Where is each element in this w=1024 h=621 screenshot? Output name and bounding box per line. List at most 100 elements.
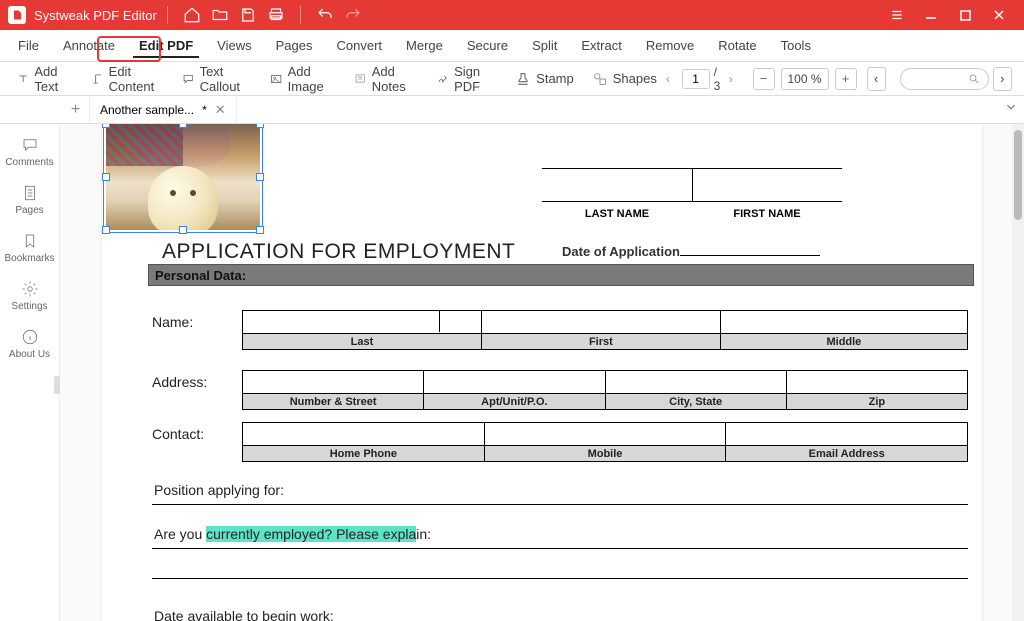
print-icon[interactable]	[267, 6, 285, 24]
toolbar: Add Text Edit Content Text Callout Add I…	[0, 62, 1024, 96]
col-home-phone: Home Phone	[243, 445, 485, 461]
col-mobile: Mobile	[485, 445, 727, 461]
sign-pdf-button[interactable]: Sign PDF	[428, 65, 506, 93]
zoom-value: 100 %	[781, 68, 829, 90]
history-forward-button[interactable]: ›	[993, 67, 1012, 91]
history-back-button[interactable]: ‹	[867, 67, 886, 91]
col-first: First	[482, 333, 721, 349]
redo-icon[interactable]	[344, 6, 362, 24]
menu-rotate[interactable]: Rotate	[706, 30, 768, 62]
menu-merge[interactable]: Merge	[394, 30, 455, 62]
undo-icon[interactable]	[316, 6, 334, 24]
resize-handle-nw[interactable]	[102, 124, 110, 128]
add-tab-button[interactable]: +	[62, 96, 90, 123]
page-total-label: / 3	[714, 65, 725, 93]
add-text-button[interactable]: Add Text	[8, 65, 82, 93]
name-label: Name:	[152, 314, 193, 330]
selected-image[interactable]	[106, 124, 260, 230]
name-table: Last First Middle	[242, 310, 968, 350]
last-name-header: LAST NAME	[542, 208, 692, 220]
minimize-button[interactable]	[914, 0, 948, 30]
hamburger-menu-icon[interactable]	[880, 0, 914, 30]
tab-overflow-icon[interactable]	[1004, 100, 1018, 119]
page-navigator: ‹ / 3 ›	[666, 65, 741, 93]
left-rail: Comments Pages Bookmarks Settings About …	[0, 124, 60, 621]
tab-dirty-indicator: *	[202, 103, 207, 117]
q-currently-employed: Are you currently employed? Please expla…	[154, 526, 431, 542]
zoom-in-button[interactable]: +	[835, 68, 857, 90]
menu-extract[interactable]: Extract	[569, 30, 633, 62]
col-city-state: City, State	[606, 393, 787, 409]
menu-secure[interactable]: Secure	[455, 30, 520, 62]
menu-convert[interactable]: Convert	[325, 30, 395, 62]
resize-handle-ne[interactable]	[256, 124, 264, 128]
col-apt: Apt/Unit/P.O.	[424, 393, 605, 409]
home-icon[interactable]	[183, 6, 201, 24]
date-of-application-label: Date of Application	[562, 244, 680, 259]
tab-strip: + Another sample... * ✕	[0, 96, 1024, 124]
resize-handle-sw[interactable]	[102, 226, 110, 234]
rail-bookmarks[interactable]: Bookmarks	[0, 224, 60, 272]
menu-pages[interactable]: Pages	[264, 30, 325, 62]
address-label: Address:	[152, 374, 207, 390]
vertical-scrollbar[interactable]	[1012, 124, 1024, 621]
search-input[interactable]	[900, 68, 989, 90]
app-title: Systweak PDF Editor	[34, 8, 157, 23]
resize-handle-w[interactable]	[102, 173, 110, 181]
address-table: Number & Street Apt/Unit/P.O. City, Stat…	[242, 370, 968, 410]
tab-label: Another sample...	[100, 103, 194, 117]
rail-pages[interactable]: Pages	[0, 176, 60, 224]
menu-file[interactable]: File	[6, 30, 51, 62]
page-next-icon[interactable]: ›	[729, 72, 741, 86]
col-middle: Middle	[721, 333, 967, 349]
titlebar: Systweak PDF Editor	[0, 0, 1024, 30]
scroll-thumb[interactable]	[1014, 130, 1022, 220]
menu-remove[interactable]: Remove	[634, 30, 706, 62]
zoom-control: − 100 % +	[753, 68, 857, 90]
date-line	[680, 255, 820, 256]
resize-handle-e[interactable]	[256, 173, 264, 181]
rail-about[interactable]: About Us	[0, 320, 60, 368]
page-prev-icon[interactable]: ‹	[666, 72, 678, 86]
shapes-button[interactable]: Shapes	[583, 65, 666, 93]
q-date-available: Date available to begin work:	[154, 608, 334, 621]
save-icon[interactable]	[239, 6, 257, 24]
highlighted-text: currently employed? Please expla	[206, 526, 416, 542]
menubar: File Annotate Edit PDF Views Pages Conve…	[0, 30, 1024, 62]
close-window-button[interactable]	[982, 0, 1016, 30]
col-email: Email Address	[726, 445, 967, 461]
app-logo-icon	[8, 6, 26, 24]
tab-close-icon[interactable]: ✕	[215, 102, 226, 118]
open-folder-icon[interactable]	[211, 6, 229, 24]
page-current-input[interactable]	[682, 69, 710, 89]
name-header-row: LAST NAME FIRST NAME	[542, 208, 842, 220]
resize-handle-se[interactable]	[256, 226, 264, 234]
resize-handle-n[interactable]	[179, 124, 187, 128]
menu-tools[interactable]: Tools	[769, 30, 823, 62]
menu-annotate[interactable]: Annotate	[51, 30, 127, 62]
document-canvas[interactable]: LAST NAME FIRST NAME APPLICATION FOR EMP…	[60, 124, 1024, 621]
menu-split[interactable]: Split	[520, 30, 569, 62]
stamp-button[interactable]: Stamp	[506, 65, 583, 93]
q-position-applying: Position applying for:	[154, 482, 284, 498]
col-zip: Zip	[787, 393, 967, 409]
rail-settings[interactable]: Settings	[0, 272, 60, 320]
section-personal-data: Personal Data:	[148, 264, 974, 286]
document-tab[interactable]: Another sample... * ✕	[90, 96, 237, 123]
photo-placeholder	[106, 124, 260, 230]
pdf-page: LAST NAME FIRST NAME APPLICATION FOR EMP…	[102, 124, 982, 621]
menu-edit-pdf[interactable]: Edit PDF	[127, 30, 205, 62]
text-callout-button[interactable]: Text Callout	[173, 65, 261, 93]
contact-label: Contact:	[152, 426, 204, 442]
add-notes-button[interactable]: Add Notes	[345, 65, 427, 93]
menu-views[interactable]: Views	[205, 30, 263, 62]
col-last: Last	[243, 333, 482, 349]
add-image-button[interactable]: Add Image	[261, 65, 345, 93]
maximize-button[interactable]	[948, 0, 982, 30]
first-name-header: FIRST NAME	[692, 208, 842, 220]
resize-handle-s[interactable]	[179, 226, 187, 234]
zoom-out-button[interactable]: −	[753, 68, 775, 90]
edit-content-button[interactable]: Edit Content	[82, 65, 173, 93]
rail-comments[interactable]: Comments	[0, 128, 60, 176]
col-number-street: Number & Street	[243, 393, 424, 409]
